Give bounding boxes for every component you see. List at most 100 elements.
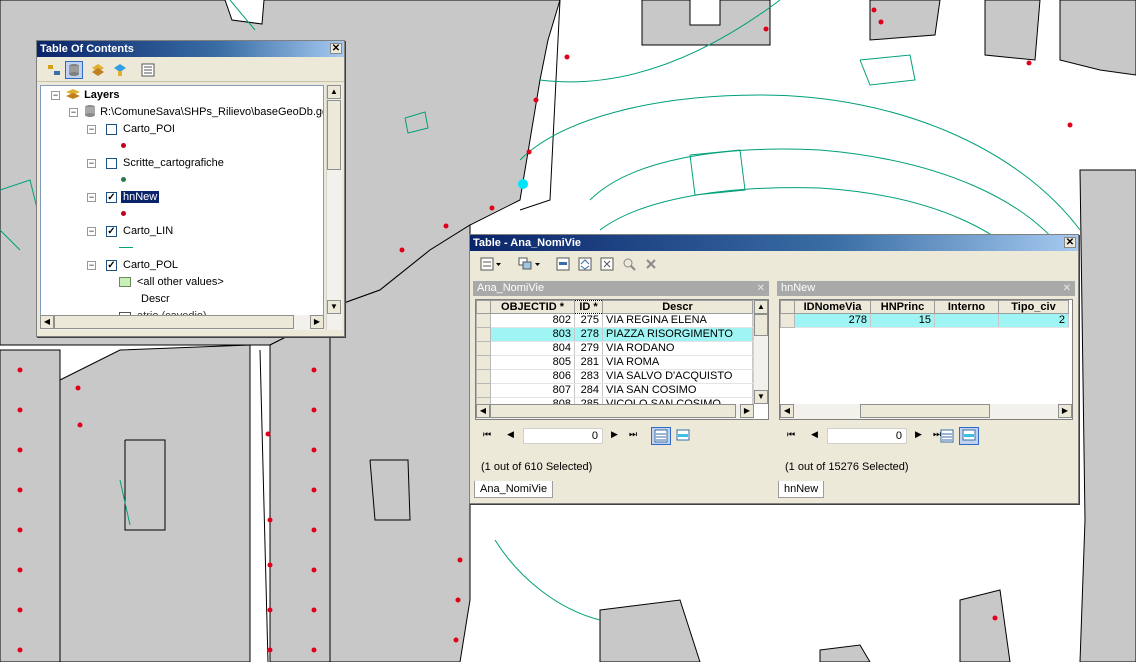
first-record-button[interactable]: ⏮ <box>787 429 795 440</box>
layer-carto-poi[interactable]: Carto_POI <box>123 121 175 137</box>
table-row[interactable]: 804 279 VIA RODANO <box>476 341 753 356</box>
column-header-idnomevia[interactable]: IDNomeVia <box>794 300 871 314</box>
table-options-icon[interactable] <box>478 255 504 273</box>
table-row[interactable]: 805 281 VIA ROMA <box>476 355 753 370</box>
layers-expander[interactable]: − <box>51 91 60 100</box>
layer-checkbox-checked[interactable]: ✓ <box>106 226 117 237</box>
layer-carto-lin[interactable]: Carto_LIN <box>123 223 173 239</box>
related-tables-icon[interactable] <box>516 255 544 273</box>
last-record-button[interactable]: ⏭ <box>629 429 637 440</box>
pane-close-icon[interactable]: ✕ <box>1063 281 1071 296</box>
layer-checkbox[interactable] <box>106 124 117 135</box>
cell-objectid[interactable]: 806 <box>490 369 575 384</box>
layer-checkbox-checked[interactable]: ✓ <box>106 192 117 203</box>
cell-id[interactable]: 283 <box>574 369 603 384</box>
column-header-id[interactable]: ID * <box>574 300 603 314</box>
scroll-up-icon[interactable]: ▲ <box>754 300 768 314</box>
scroll-up-icon[interactable]: ▲ <box>327 85 341 99</box>
record-number-input[interactable]: 0 <box>523 428 603 444</box>
row-selector[interactable] <box>476 369 491 384</box>
cell-id[interactable]: 275 <box>574 313 603 328</box>
row-selector[interactable] <box>476 327 491 342</box>
scroll-right-icon[interactable]: ▶ <box>1058 404 1072 418</box>
show-all-records-icon[interactable] <box>937 427 957 445</box>
list-by-drawing-order-icon[interactable] <box>45 61 63 79</box>
table-row-selected[interactable]: 803 278 PIAZZA RISORGIMENTO <box>476 327 753 342</box>
select-by-attributes-icon[interactable] <box>554 255 572 273</box>
row-selector[interactable] <box>476 383 491 398</box>
toc-close-button[interactable]: ✕ <box>330 43 342 54</box>
layers-node[interactable]: Layers <box>65 87 120 103</box>
clear-selection-icon[interactable] <box>598 255 616 273</box>
layer-carto-pol[interactable]: Carto_POL <box>123 257 178 273</box>
scroll-left-icon[interactable]: ◀ <box>40 315 54 329</box>
layer-checkbox[interactable] <box>106 158 117 169</box>
cell-idnomevia[interactable]: 278 <box>794 313 871 328</box>
column-header-objectid[interactable]: OBJECTID * <box>490 300 575 314</box>
pane-close-icon[interactable]: ✕ <box>757 281 765 296</box>
previous-record-button[interactable]: ◀ <box>811 429 818 440</box>
layer-expander[interactable]: − <box>87 125 96 134</box>
scroll-thumb[interactable] <box>327 100 341 170</box>
list-by-visibility-icon[interactable] <box>89 61 107 79</box>
cell-id[interactable]: 284 <box>574 383 603 398</box>
layer-expander[interactable]: − <box>87 227 96 236</box>
show-selected-records-icon[interactable] <box>673 427 693 445</box>
scroll-down-icon[interactable]: ▼ <box>754 390 768 404</box>
options-icon[interactable] <box>139 61 157 79</box>
cell-descr[interactable]: VIA SAN COSIMO <box>602 383 753 398</box>
list-by-selection-icon[interactable] <box>111 61 129 79</box>
grid-horizontal-scrollbar[interactable]: ◀ ▶ <box>476 404 754 419</box>
cell-descr[interactable]: VIA REGINA ELENA <box>602 313 753 328</box>
table-row-selected[interactable]: 278 15 2 <box>780 313 1069 328</box>
next-record-button[interactable]: ▶ <box>611 429 618 440</box>
column-header-interno[interactable]: Interno <box>934 300 999 314</box>
toc-horizontal-scrollbar[interactable]: ◀ ▶ <box>40 315 324 330</box>
cell-objectid[interactable]: 802 <box>490 313 575 328</box>
delete-selected-icon[interactable] <box>642 255 660 273</box>
cell-id[interactable]: 278 <box>574 327 603 342</box>
cell-objectid[interactable]: 805 <box>490 355 575 370</box>
layer-expander[interactable]: − <box>87 193 96 202</box>
scroll-thumb[interactable] <box>860 404 990 418</box>
scroll-right-icon[interactable]: ▶ <box>740 404 754 418</box>
column-header-descr[interactable]: Descr <box>602 300 753 314</box>
cell-descr[interactable]: PIAZZA RISORGIMENTO <box>602 327 753 342</box>
cell-interno[interactable] <box>934 313 999 328</box>
switch-selection-icon[interactable] <box>576 255 594 273</box>
table-titlebar[interactable]: Table - Ana_NomiVie ✕ <box>470 235 1078 251</box>
layer-hnnew[interactable]: hnNew <box>121 189 160 205</box>
layer-expander[interactable]: − <box>87 159 96 168</box>
toc-titlebar[interactable]: Table Of Contents ✕ <box>37 41 344 57</box>
table-row[interactable]: 802 275 VIA REGINA ELENA <box>476 313 753 328</box>
tab-ana-nomivie[interactable]: Ana_NomiVie <box>474 481 554 498</box>
show-selected-records-icon[interactable] <box>959 427 979 445</box>
scroll-left-icon[interactable]: ◀ <box>476 404 490 418</box>
scroll-thumb[interactable] <box>754 314 768 336</box>
layer-expander[interactable]: − <box>87 261 96 270</box>
table-row[interactable]: 807 284 VIA SAN COSIMO <box>476 383 753 398</box>
cell-objectid[interactable]: 804 <box>490 341 575 356</box>
column-header-tipo-civ[interactable]: Tipo_civ <box>998 300 1069 314</box>
toc-vertical-scrollbar[interactable]: ▲ ▼ <box>326 85 342 330</box>
cell-tipo-civ[interactable]: 2 <box>998 313 1069 328</box>
layer-checkbox-checked[interactable]: ✓ <box>106 260 117 271</box>
cell-hnprinc[interactable]: 15 <box>870 313 935 328</box>
row-selector[interactable] <box>476 355 491 370</box>
cell-id[interactable]: 279 <box>574 341 603 356</box>
grid-vertical-scrollbar[interactable]: ▲ ▼ <box>753 300 768 404</box>
scroll-right-icon[interactable]: ▶ <box>310 315 324 329</box>
row-selector[interactable] <box>476 313 491 328</box>
table-close-button[interactable]: ✕ <box>1064 237 1076 248</box>
row-selector[interactable] <box>476 341 491 356</box>
grid-horizontal-scrollbar[interactable]: ◀ ▶ <box>780 404 1072 419</box>
column-header-hnprinc[interactable]: HNPrinc <box>870 300 935 314</box>
cell-objectid[interactable]: 803 <box>490 327 575 342</box>
tab-hnnew[interactable]: hnNew <box>778 481 825 498</box>
previous-record-button[interactable]: ◀ <box>507 429 514 440</box>
list-by-source-icon[interactable] <box>65 61 83 79</box>
layer-scritte-cartografiche[interactable]: Scritte_cartografiche <box>123 155 224 171</box>
zoom-to-selected-icon[interactable] <box>620 255 638 273</box>
next-record-button[interactable]: ▶ <box>915 429 922 440</box>
db-expander[interactable]: − <box>69 108 78 117</box>
